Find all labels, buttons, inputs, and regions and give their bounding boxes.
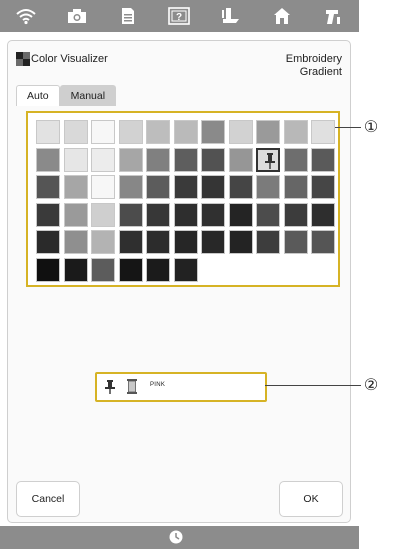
color-swatch-selected[interactable] (256, 147, 280, 172)
color-swatch[interactable] (63, 202, 88, 227)
color-swatch[interactable] (173, 120, 198, 144)
mode-line-embroidery: Embroidery (285, 53, 342, 65)
color-swatch[interactable] (228, 147, 253, 172)
color-swatch[interactable] (118, 202, 143, 227)
color-swatch[interactable] (201, 147, 225, 172)
color-swatch[interactable] (63, 257, 88, 282)
color-swatch[interactable] (36, 175, 60, 199)
color-swatch[interactable] (91, 175, 115, 199)
bottom-status-bar (0, 526, 359, 549)
color-swatch[interactable] (256, 175, 280, 199)
pin-icon (105, 380, 115, 394)
color-swatch[interactable] (118, 257, 143, 282)
color-swatch[interactable] (146, 257, 170, 282)
color-swatch[interactable] (283, 175, 308, 199)
color-swatch[interactable] (256, 202, 280, 227)
ok-button[interactable]: OK (279, 481, 343, 517)
color-swatch[interactable] (91, 202, 115, 227)
color-swatch[interactable] (118, 230, 143, 254)
color-swatch[interactable] (36, 120, 60, 144)
color-swatch[interactable] (91, 147, 115, 172)
color-swatch[interactable] (63, 230, 88, 254)
mode-line-gradient: Gradient (299, 66, 342, 78)
callout-line-info (265, 385, 361, 386)
thread-spool-icon (127, 379, 137, 394)
sewing-machine-icon[interactable] (320, 5, 346, 27)
color-swatch[interactable] (63, 147, 88, 172)
home-icon[interactable] (269, 5, 295, 27)
color-swatch[interactable] (91, 257, 115, 282)
color-swatch[interactable] (91, 120, 115, 144)
color-swatch[interactable] (36, 147, 60, 172)
color-swatch[interactable] (118, 175, 143, 199)
color-swatch[interactable] (91, 230, 115, 254)
color-swatch[interactable] (146, 120, 170, 144)
top-toolbar: ? (0, 0, 359, 32)
color-swatch[interactable] (36, 202, 60, 227)
help-icon[interactable]: ? (166, 5, 192, 27)
color-swatch[interactable] (146, 202, 170, 227)
tab-manual[interactable]: Manual (59, 85, 117, 106)
color-swatch[interactable] (311, 120, 335, 144)
color-swatch[interactable] (201, 175, 225, 199)
color-swatch[interactable] (311, 202, 335, 227)
svg-text:?: ? (176, 12, 182, 23)
callout-1: ① (363, 119, 379, 136)
screen: ? Color Visualizer Embroidery Gradient A… (0, 0, 359, 549)
color-swatch[interactable] (228, 120, 253, 144)
embroidery-foot-icon[interactable] (218, 5, 244, 27)
color-swatch[interactable] (118, 120, 143, 144)
mode-tabs: Auto Manual (16, 85, 117, 106)
color-swatch[interactable] (256, 120, 280, 144)
color-swatch[interactable] (311, 147, 335, 172)
color-swatch[interactable] (63, 175, 88, 199)
color-swatch[interactable] (201, 202, 225, 227)
tab-auto[interactable]: Auto (16, 85, 60, 106)
color-swatch[interactable] (228, 175, 253, 199)
color-swatch[interactable] (283, 147, 308, 172)
color-swatch[interactable] (311, 230, 335, 254)
mode-label: Embroidery Gradient (242, 53, 342, 79)
selected-color-info: PINK (95, 372, 267, 402)
color-swatch[interactable] (146, 175, 170, 199)
callout-line-grid (335, 127, 361, 128)
color-swatch[interactable] (118, 147, 143, 172)
color-swatch[interactable] (228, 202, 253, 227)
color-swatch[interactable] (201, 230, 225, 254)
color-swatch[interactable] (256, 230, 280, 254)
color-swatch[interactable] (283, 202, 308, 227)
color-visualizer-panel: Color Visualizer Embroidery Gradient Aut… (7, 40, 351, 523)
pin-icon (265, 152, 275, 169)
color-swatch[interactable] (173, 175, 198, 199)
color-swatch[interactable] (228, 230, 253, 254)
color-swatch[interactable] (311, 175, 335, 199)
color-swatch[interactable] (146, 147, 170, 172)
color-swatch[interactable] (36, 257, 60, 282)
color-visualizer-icon (16, 52, 30, 66)
color-swatch[interactable] (283, 230, 308, 254)
document-icon[interactable] (115, 5, 141, 27)
color-swatch[interactable] (283, 120, 308, 144)
clock-icon[interactable] (169, 530, 183, 544)
color-swatch[interactable] (146, 230, 170, 254)
color-swatch[interactable] (201, 120, 225, 144)
color-swatch[interactable] (173, 147, 198, 172)
color-swatch[interactable] (173, 257, 198, 282)
cancel-button[interactable]: Cancel (16, 481, 80, 517)
color-palette-grid (26, 111, 340, 287)
camera-icon[interactable] (64, 5, 90, 27)
color-swatch[interactable] (63, 120, 88, 144)
thread-color-name: PINK (150, 382, 166, 388)
page-title: Color Visualizer (31, 53, 108, 65)
color-swatch[interactable] (36, 230, 60, 254)
callout-2: ② (363, 377, 379, 394)
wifi-icon[interactable] (13, 5, 39, 27)
color-swatch[interactable] (173, 230, 198, 254)
color-swatch[interactable] (173, 202, 198, 227)
